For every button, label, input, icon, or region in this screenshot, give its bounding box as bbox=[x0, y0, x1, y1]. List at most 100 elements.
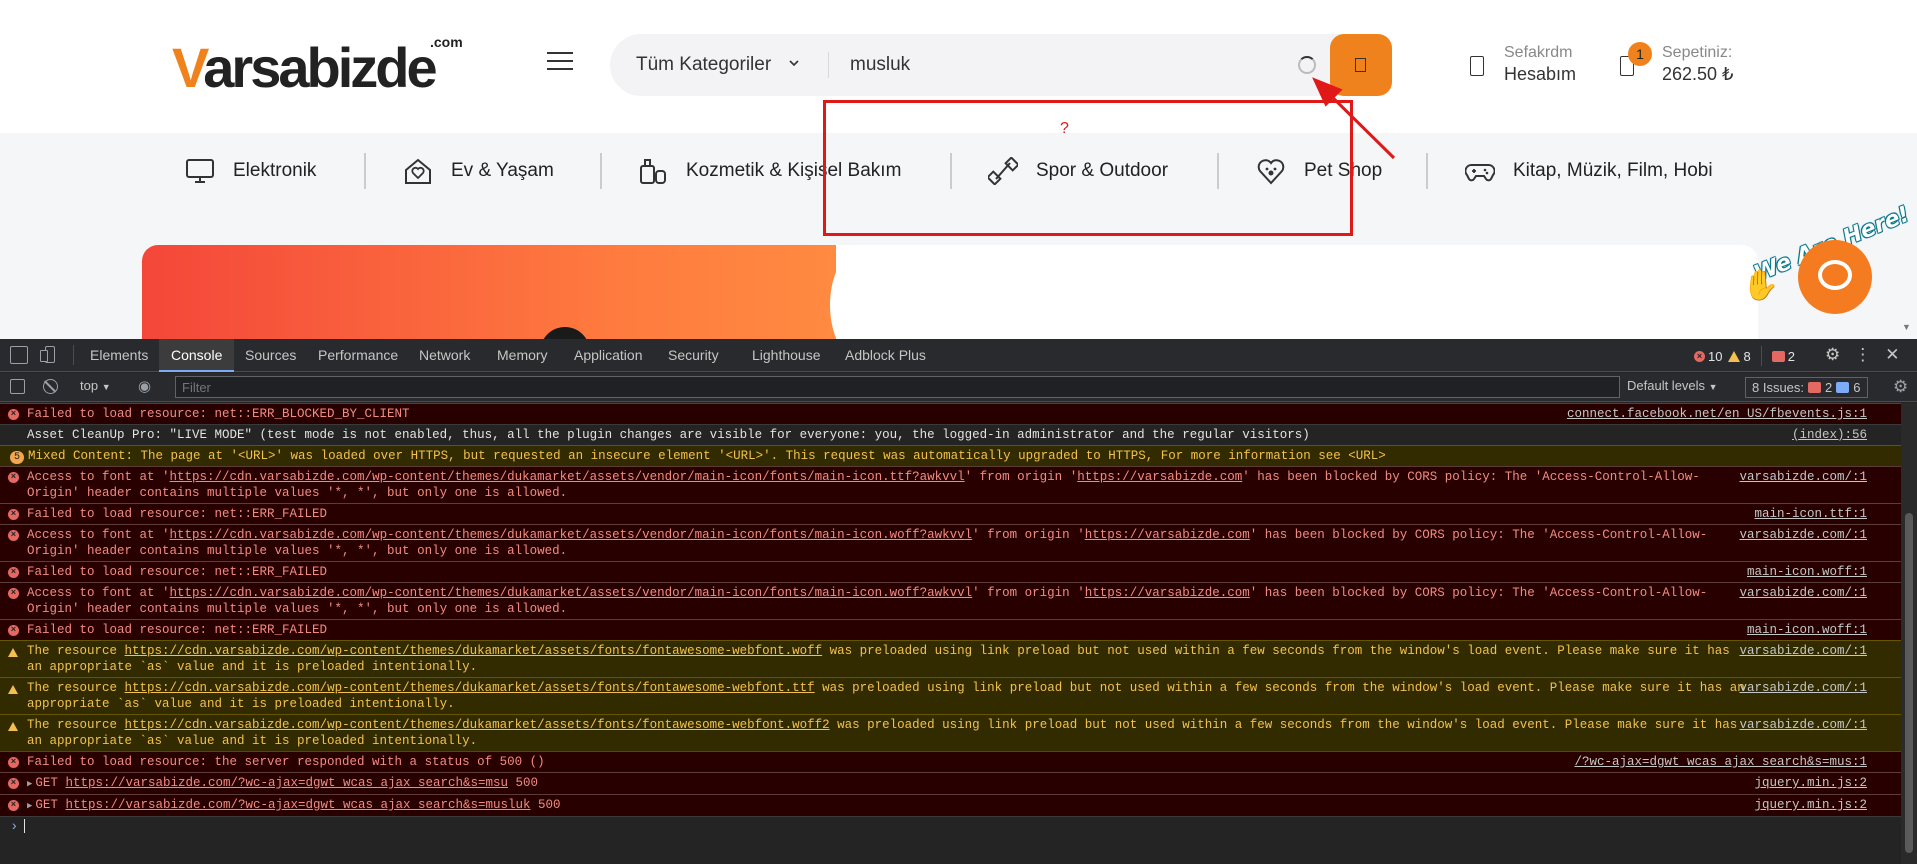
live-expression-eye-icon[interactable]: ◉ bbox=[138, 377, 151, 395]
message-link[interactable]: https://varsabizde.com/?wc-ajax=dgwt_wca… bbox=[65, 776, 508, 790]
console-message-text: The resource https://cdn.varsabizde.com/… bbox=[27, 681, 1745, 711]
category-item-ev-yasam[interactable]: Ev & Yaşam bbox=[403, 135, 554, 207]
message-link[interactable]: https://varsabizde.com bbox=[1085, 586, 1250, 600]
scrollbar-down-arrow-icon[interactable]: ▼ bbox=[1902, 322, 1911, 332]
category-select[interactable]: Tüm Kategoriler bbox=[636, 34, 771, 96]
message-link[interactable]: https://cdn.varsabizde.com/wp-content/th… bbox=[170, 470, 965, 484]
tab-network[interactable]: Network bbox=[419, 339, 470, 372]
message-link[interactable]: https://varsabizde.com bbox=[1085, 528, 1250, 542]
message-source-link[interactable]: varsabizde.com/:1 bbox=[1739, 680, 1867, 696]
tab-performance[interactable]: Performance bbox=[318, 339, 398, 372]
cart-label: Sepetiniz: bbox=[1662, 44, 1733, 61]
waving-hand-icon: ✋ bbox=[1742, 269, 1780, 302]
tab-application[interactable]: Application bbox=[574, 339, 643, 372]
tab-adblock-plus[interactable]: Adblock Plus bbox=[845, 339, 926, 372]
error-icon: × bbox=[8, 409, 19, 420]
message-link[interactable]: https://cdn.varsabizde.com/wp-content/th… bbox=[125, 681, 815, 695]
context-selector[interactable]: top ▼ bbox=[80, 378, 111, 393]
expand-caret-icon[interactable]: ▶ bbox=[27, 776, 32, 792]
more-options-icon[interactable]: ⋮ bbox=[1854, 345, 1871, 365]
error-count[interactable]: × 10 bbox=[1694, 349, 1722, 364]
message-text: The resource bbox=[27, 681, 125, 695]
device-toolbar-icon[interactable] bbox=[40, 346, 58, 364]
message-source-link[interactable]: jquery.min.js:2 bbox=[1754, 797, 1867, 813]
message-group-count-badge[interactable]: 5 bbox=[10, 451, 25, 464]
message-text: The resource bbox=[27, 644, 125, 658]
console-toolbar: top ▼ ◉ Default levels ▼ 8 Issues: 2 6 ⚙ bbox=[0, 373, 1917, 402]
console-filter-input[interactable] bbox=[175, 376, 1620, 398]
tab-elements[interactable]: Elements bbox=[90, 339, 148, 372]
clear-console-icon[interactable] bbox=[43, 379, 58, 394]
message-source-link[interactable]: main-icon.woff:1 bbox=[1747, 622, 1867, 638]
error-icon: × bbox=[8, 778, 19, 789]
scrollbar-thumb[interactable] bbox=[1905, 513, 1913, 853]
chevron-down-icon[interactable] bbox=[788, 56, 800, 72]
log-levels-dropdown[interactable]: Default levels ▼ bbox=[1627, 378, 1718, 393]
account-link[interactable]: Sefakrdm Hesabım bbox=[1470, 44, 1620, 88]
inspect-element-icon[interactable] bbox=[10, 346, 28, 364]
settings-gear-icon[interactable]: ⚙ bbox=[1825, 345, 1840, 365]
message-source-link[interactable]: main-icon.ttf:1 bbox=[1754, 506, 1867, 522]
message-source-link[interactable]: connect.facebook.net/en_US/fbevents.js:1 bbox=[1567, 406, 1867, 422]
tab-memory[interactable]: Memory bbox=[497, 339, 548, 372]
message-text: Failed to load resource: net::ERR_FAILED bbox=[27, 623, 328, 637]
error-icon: × bbox=[1694, 350, 1705, 362]
message-link[interactable]: https://cdn.varsabizde.com/wp-content/th… bbox=[170, 586, 973, 600]
message-link[interactable]: https://cdn.varsabizde.com/wp-content/th… bbox=[170, 528, 973, 542]
message-source-link[interactable]: varsabizde.com/:1 bbox=[1739, 717, 1867, 733]
message-source-link[interactable]: varsabizde.com/:1 bbox=[1739, 585, 1867, 601]
hero-banner-image bbox=[142, 245, 836, 339]
site-logo[interactable]: Varsabizde .com bbox=[172, 34, 463, 98]
category-divider bbox=[1426, 153, 1428, 189]
category-divider bbox=[364, 153, 366, 189]
category-item-elektronik[interactable]: Elektronik bbox=[185, 135, 316, 207]
cart-link[interactable]: 1 Sepetiniz: 262.50 ₺ bbox=[1620, 42, 1750, 88]
message-source-link[interactable]: varsabizde.com/:1 bbox=[1739, 527, 1867, 543]
console-message-text: Access to font at 'https://cdn.varsabizd… bbox=[27, 586, 1707, 616]
search-input[interactable] bbox=[850, 48, 1290, 82]
account-username: Sefakrdm bbox=[1504, 44, 1573, 61]
message-source-link[interactable]: varsabizde.com/:1 bbox=[1739, 643, 1867, 659]
message-link[interactable]: https://cdn.varsabizde.com/wp-content/th… bbox=[125, 718, 830, 732]
console-message: × Failed to load resource: net::ERR_FAILE… bbox=[0, 561, 1901, 582]
missing-glyph-icon bbox=[1355, 58, 1366, 72]
account-label: Hesabım bbox=[1504, 64, 1577, 84]
user-icon bbox=[1470, 56, 1484, 76]
console-settings-gear-icon[interactable]: ⚙ bbox=[1893, 377, 1908, 397]
monitor-icon bbox=[186, 159, 214, 183]
message-source-link[interactable]: jquery.min.js:2 bbox=[1754, 775, 1867, 791]
close-devtools-icon[interactable]: ✕ bbox=[1885, 345, 1899, 365]
category-item-kitap-muzik[interactable]: Kitap, Müzik, Film, Hobi bbox=[1465, 135, 1713, 207]
warning-count[interactable]: 8 bbox=[1728, 349, 1751, 364]
console-message: × ▶ GET https://varsabizde.com/?wc-ajax=dg… bbox=[0, 794, 1901, 816]
message-text: ' from origin ' bbox=[964, 470, 1078, 484]
message-link[interactable]: https://varsabizde.com bbox=[1077, 470, 1242, 484]
message-source-link[interactable]: /?wc-ajax=dgwt_wcas_ajax_search&s=mus:1 bbox=[1574, 754, 1867, 770]
tab-lighthouse[interactable]: Lighthouse bbox=[752, 339, 821, 372]
message-source-link[interactable]: varsabizde.com/:1 bbox=[1739, 469, 1867, 485]
tab-sources[interactable]: Sources bbox=[245, 339, 296, 372]
issues-count[interactable]: 2 bbox=[1771, 349, 1795, 364]
hamburger-menu-icon[interactable] bbox=[547, 52, 573, 72]
expand-caret-icon[interactable]: ▶ bbox=[27, 798, 32, 814]
message-source-link[interactable]: main-icon.woff:1 bbox=[1747, 564, 1867, 580]
devtools-panel: Elements Console Sources Performance Net… bbox=[0, 339, 1917, 864]
warning-icon bbox=[8, 683, 18, 699]
loading-spinner-icon bbox=[1298, 56, 1316, 74]
tab-security[interactable]: Security bbox=[668, 339, 719, 372]
message-source-link[interactable]: (index):56 bbox=[1792, 427, 1867, 443]
console-sidebar-icon[interactable] bbox=[10, 379, 25, 394]
tab-console[interactable]: Console bbox=[159, 339, 235, 372]
message-link[interactable]: https://varsabizde.com/?wc-ajax=dgwt_wca… bbox=[65, 798, 530, 812]
chat-bubble-icon bbox=[1818, 260, 1852, 290]
chat-open-button[interactable] bbox=[1798, 240, 1872, 314]
console-message: × ▶ GET https://varsabizde.com/?wc-ajax=dg… bbox=[0, 772, 1901, 794]
console-messages: × Failed to load resource: net::ERR_BLOCK… bbox=[0, 403, 1901, 864]
issues-button[interactable]: 8 Issues: 2 6 bbox=[1745, 377, 1868, 398]
category-label: Ev & Yaşam bbox=[451, 160, 554, 181]
console-prompt[interactable]: › bbox=[0, 816, 1901, 838]
console-message-text: Failed to load resource: net::ERR_FAILED bbox=[27, 623, 327, 637]
message-link[interactable]: https://cdn.varsabizde.com/wp-content/th… bbox=[125, 644, 823, 658]
console-scrollbar[interactable] bbox=[1901, 403, 1917, 864]
search-button[interactable] bbox=[1330, 34, 1392, 96]
